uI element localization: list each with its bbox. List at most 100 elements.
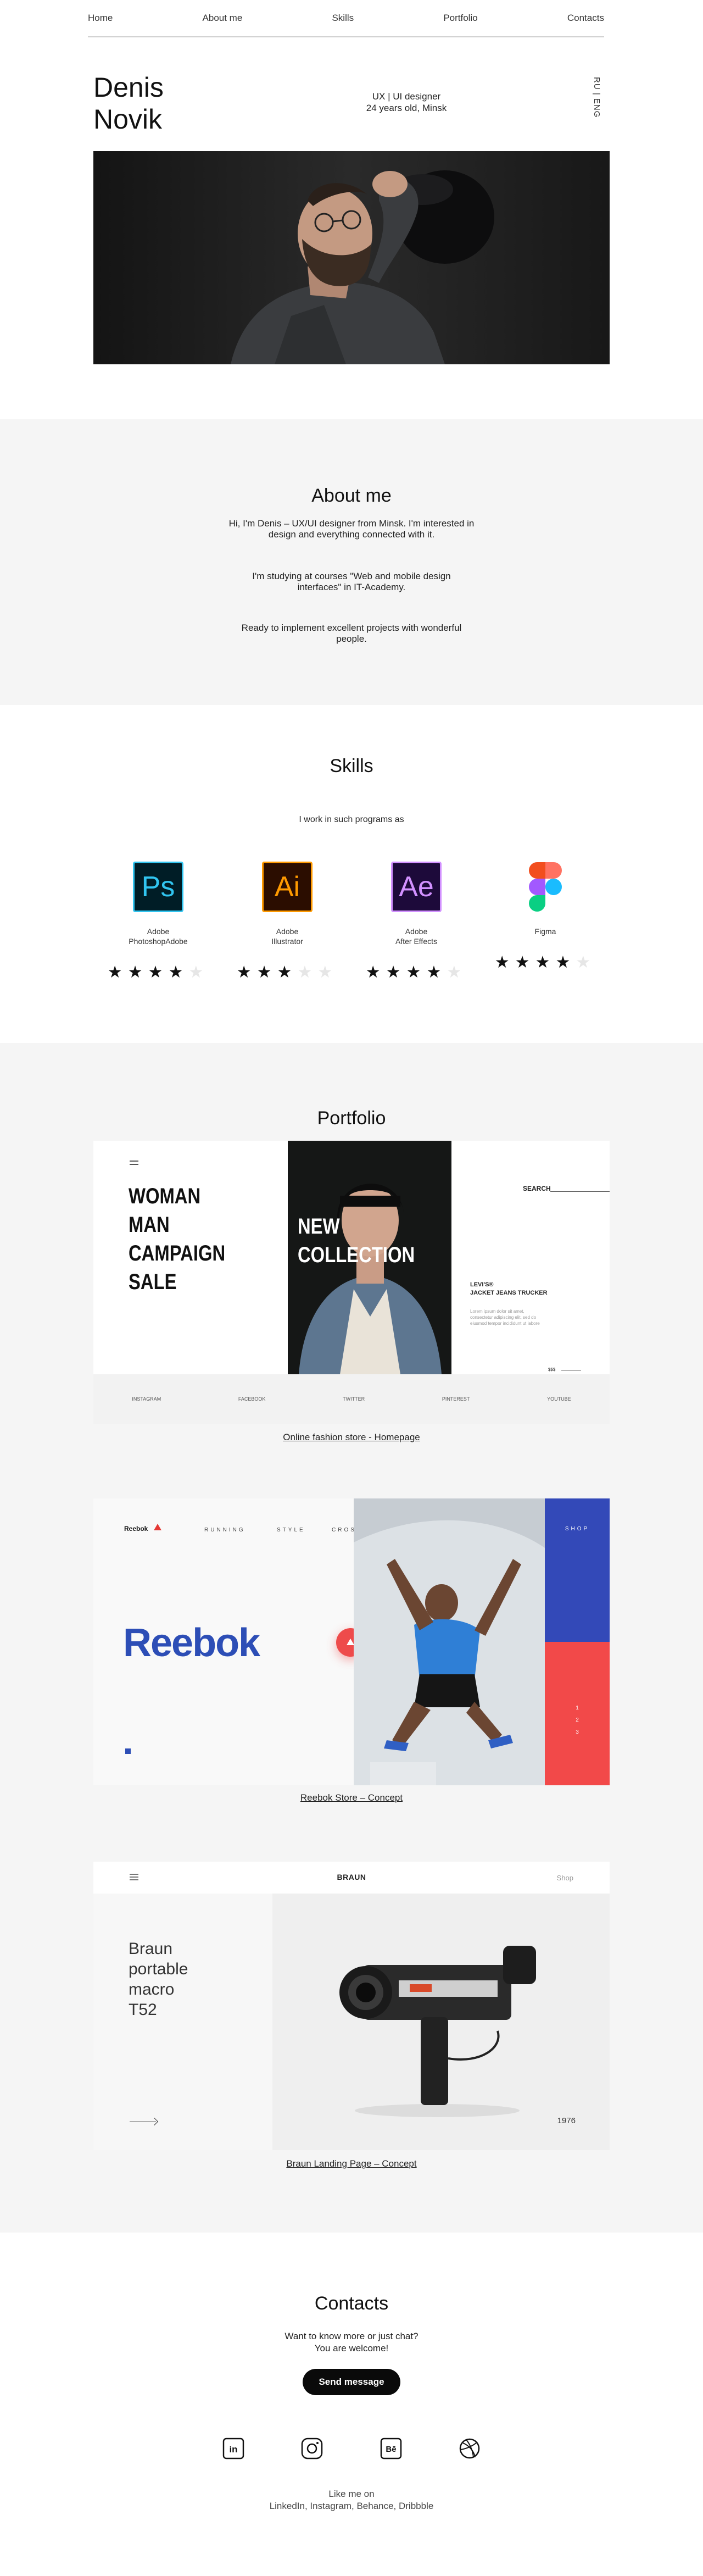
star-filled-icon: ★ [535,953,556,971]
menu-icon[interactable] [130,1161,138,1165]
about-paragraph-ready: Ready to implement excellent projects wi… [241,623,462,644]
skills-title: Skills [330,756,373,776]
contacts-text-line: You are welcome! [314,2343,389,2353]
project-caption-braun[interactable]: Braun Landing Page – Concept [0,2158,703,2169]
about-paragraph-intro: Hi, I'm Denis – UX/UI designer from Mins… [228,518,475,540]
nav-about[interactable]: About me [203,13,243,24]
skill-rating: ★★★★★ [361,963,471,982]
footer-link[interactable]: INSTAGRAM [132,1396,161,1402]
contacts-text: Want to know more or just chat? You are … [0,2330,703,2355]
reebok-nav-running[interactable]: RUNNING [204,1527,246,1533]
hero-role-title: UX | UI designer [372,91,441,102]
skill-name: Figma [490,926,600,936]
svg-text:Bē: Bē [386,2445,396,2454]
product-price: $$$ [548,1367,556,1372]
collection-line: COLLECTION [298,1243,415,1267]
fashion-headline: WOMAN MAN CAMPAIGN SALE [129,1182,225,1296]
nav-portfolio[interactable]: Portfolio [443,13,477,24]
skill-name-line: Figma [534,927,556,936]
skill-card: Figma ★★★★★ [490,862,600,972]
star-filled-icon: ★ [555,953,576,971]
svg-text:in: in [229,2444,237,2455]
hero-name: Denis Novik [93,71,164,135]
instagram-icon[interactable] [299,2436,325,2461]
reebok-shop-link[interactable]: SHOP [545,1526,610,1532]
braun-product-title: Braun portable macro T52 [129,1939,188,2020]
skill-rating: ★★★★★ [232,963,342,982]
nav-contacts[interactable]: Contacts [567,13,604,24]
star-filled-icon: ★ [494,953,515,971]
star-empty-icon: ★ [297,963,318,981]
footer-link[interactable]: TWITTER [343,1396,365,1402]
linkedin-icon[interactable]: in [221,2436,246,2461]
delta-icon [347,1639,354,1645]
star-filled-icon: ★ [127,963,148,981]
project-reebok[interactable]: Reebok RUNNING STYLE CROSSFIT Reebok [93,1498,610,1785]
skill-name-line: PhotoshopAdobe [129,937,188,946]
product-title-line: JACKET JEANS TRUCKER [470,1290,548,1296]
dribbble-icon[interactable] [457,2436,482,2461]
contacts-text-line: Want to know more or just chat? [284,2331,419,2341]
hero-photo [93,151,610,364]
send-message-button[interactable]: Send message [303,2369,400,2395]
reebok-red-panel: 1 2 3 [545,1642,610,1785]
fashion-right-panel: SEARCH LEVI'S® JACKET JEANS TRUCKER Lore… [451,1141,610,1374]
star-filled-icon: ★ [426,963,447,981]
nav-skills[interactable]: Skills [332,13,354,24]
slide-number[interactable]: 3 [545,1726,610,1739]
reebok-nav-style[interactable]: STYLE [277,1527,305,1533]
skill-name-line: Adobe [147,927,170,936]
social-caption: Like me on LinkedIn, Instagram, Behance,… [0,2488,703,2512]
footer-link[interactable]: PINTEREST [442,1396,470,1402]
hero-last-name: Novik [93,104,163,135]
headline-line: SALE [129,1270,177,1294]
slide-number[interactable]: 2 [545,1714,610,1726]
footer-link[interactable]: YOUTUBE [547,1396,571,1402]
top-nav: Home About me Skills Portfolio Contacts [88,0,604,37]
fashion-left-panel: WOMAN MAN CAMPAIGN SALE [93,1141,288,1374]
reebok-slide-counter: 1 2 3 [545,1702,610,1739]
figma-icon [520,862,571,912]
headline-line: WOMAN [129,1184,201,1208]
photoshop-icon: Ps [133,862,183,912]
footer-link[interactable]: FACEBOOK [238,1396,266,1402]
arrow-head [150,2117,159,2126]
reebok-athlete-photo [354,1498,545,1785]
hero-first-name: Denis [93,72,164,103]
skill-card: Ae Adobe After Effects ★★★★★ [361,862,471,982]
star-filled-icon: ★ [386,963,406,981]
skill-name-line: Adobe [405,927,428,936]
reebok-small-logo: Reebok [124,1525,148,1533]
skill-name: Adobe PhotoshopAdobe [103,926,213,946]
skill-name-line: Illustrator [271,937,303,946]
project-braun[interactable]: BRAUN Shop Braun portable macro T52 1976 [93,1862,610,2150]
behance-icon[interactable]: Bē [378,2436,404,2461]
grid-icon[interactable] [125,1748,131,1754]
search-label[interactable]: SEARCH [523,1185,551,1192]
slide-number[interactable]: 1 [545,1702,610,1714]
project-caption-reebok[interactable]: Reebok Store – Concept [0,1792,703,1803]
skills-lead: I work in such programs as [299,815,404,824]
fashion-model-photo: NEW COLLECTION [288,1141,451,1374]
hero-portrait-illustration [93,151,610,364]
fashion-footer: INSTAGRAM FACEBOOK TWITTER PINTEREST YOU… [93,1374,610,1424]
star-filled-icon: ★ [148,963,169,981]
language-switcher[interactable]: RU | ENG [592,77,601,118]
project-caption-fashion[interactable]: Online fashion store - Homepage [0,1432,703,1443]
star-filled-icon: ★ [515,953,535,971]
braun-shop-link[interactable]: Shop [557,1874,573,1882]
reebok-delta-icon [154,1524,161,1530]
star-filled-icon: ★ [365,963,386,981]
about-paragraph-courses: I'm studying at courses "Web and mobile … [252,571,451,592]
product-title-line: portable [129,1960,188,1978]
contacts-title: Contacts [314,2293,389,2314]
reebok-blue-panel: SHOP [545,1498,610,1642]
project-fashion-store[interactable]: WOMAN MAN CAMPAIGN SALE NEW COLLECTION S… [93,1141,610,1424]
search-line [550,1191,610,1192]
illustrator-icon: Ai [262,862,313,912]
star-empty-icon: ★ [188,963,209,981]
product-title-line: T52 [129,2001,157,2019]
star-filled-icon: ★ [406,963,427,981]
star-filled-icon: ★ [168,963,189,981]
nav-home[interactable]: Home [88,13,113,24]
